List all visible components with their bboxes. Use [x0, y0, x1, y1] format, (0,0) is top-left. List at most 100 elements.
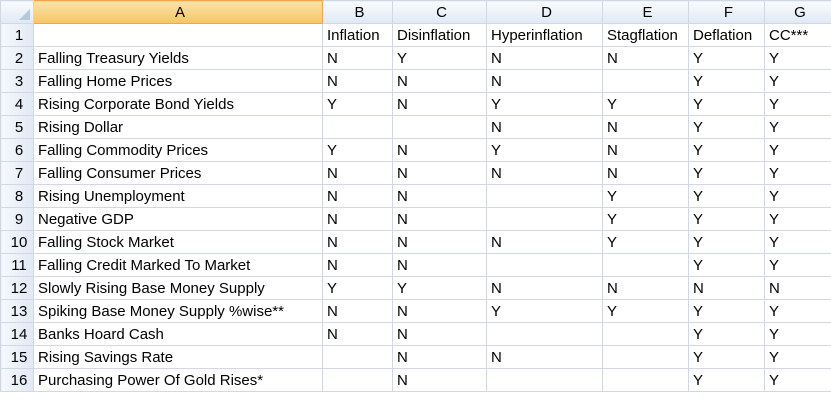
value-cell[interactable]: Y	[764, 299, 831, 323]
value-cell[interactable]: N	[764, 276, 831, 300]
column-header-g[interactable]: G	[764, 0, 831, 24]
value-cell[interactable]: Y	[764, 46, 831, 70]
row-header[interactable]: 11	[0, 253, 34, 277]
row-header[interactable]: 13	[0, 299, 34, 323]
row-header[interactable]: 12	[0, 276, 34, 300]
row-label-cell[interactable]: Banks Hoard Cash	[33, 322, 323, 346]
select-all-corner[interactable]	[0, 0, 34, 24]
header-cell-stagflation[interactable]: Stagflation	[602, 23, 689, 47]
header-cell-hyperinflation[interactable]: Hyperinflation	[486, 23, 603, 47]
row-header[interactable]: 9	[0, 207, 34, 231]
row-label-cell[interactable]: Spiking Base Money Supply %wise**	[33, 299, 323, 323]
value-cell[interactable]: N	[322, 161, 393, 185]
value-cell[interactable]: Y	[688, 322, 765, 346]
row-header[interactable]: 3	[0, 69, 34, 93]
value-cell[interactable]: Y	[688, 115, 765, 139]
row-label-cell[interactable]: Falling Treasury Yields	[33, 46, 323, 70]
column-header-e[interactable]: E	[602, 0, 689, 24]
value-cell[interactable]	[602, 345, 689, 369]
row-label-cell[interactable]: Rising Dollar	[33, 115, 323, 139]
value-cell[interactable]: N	[392, 345, 487, 369]
row-header[interactable]: 5	[0, 115, 34, 139]
value-cell[interactable]: N	[486, 230, 603, 254]
row-header[interactable]: 16	[0, 368, 34, 392]
value-cell[interactable]: N	[486, 46, 603, 70]
header-cell-inflation[interactable]: Inflation	[322, 23, 393, 47]
value-cell[interactable]: Y	[764, 322, 831, 346]
value-cell[interactable]: N	[392, 184, 487, 208]
value-cell[interactable]	[322, 368, 393, 392]
value-cell[interactable]	[486, 253, 603, 277]
value-cell[interactable]: Y	[764, 253, 831, 277]
value-cell[interactable]: N	[602, 138, 689, 162]
value-cell[interactable]	[486, 207, 603, 231]
value-cell[interactable]: N	[322, 230, 393, 254]
value-cell[interactable]: N	[486, 161, 603, 185]
value-cell[interactable]: Y	[602, 207, 689, 231]
column-header-a[interactable]: A	[33, 0, 323, 24]
row-label-cell[interactable]: Falling Credit Marked To Market	[33, 253, 323, 277]
value-cell[interactable]: Y	[602, 92, 689, 116]
row-label-cell[interactable]: Rising Unemployment	[33, 184, 323, 208]
value-cell[interactable]: Y	[764, 345, 831, 369]
value-cell[interactable]	[322, 345, 393, 369]
value-cell[interactable]: Y	[688, 69, 765, 93]
value-cell[interactable]: Y	[602, 299, 689, 323]
value-cell[interactable]: Y	[688, 230, 765, 254]
value-cell[interactable]: Y	[764, 115, 831, 139]
value-cell[interactable]: Y	[688, 138, 765, 162]
value-cell[interactable]	[486, 322, 603, 346]
row-header[interactable]: 10	[0, 230, 34, 254]
column-header-f[interactable]: F	[688, 0, 765, 24]
value-cell[interactable]: N	[392, 299, 487, 323]
value-cell[interactable]: Y	[486, 299, 603, 323]
row-header[interactable]: 4	[0, 92, 34, 116]
value-cell[interactable]: N	[392, 161, 487, 185]
value-cell[interactable]: N	[486, 69, 603, 93]
row-label-cell[interactable]: Negative GDP	[33, 207, 323, 231]
value-cell[interactable]	[602, 322, 689, 346]
value-cell[interactable]: N	[602, 46, 689, 70]
value-cell[interactable]: Y	[688, 368, 765, 392]
value-cell[interactable]	[486, 184, 603, 208]
value-cell[interactable]: Y	[688, 92, 765, 116]
value-cell[interactable]: Y	[764, 161, 831, 185]
value-cell[interactable]: N	[392, 230, 487, 254]
row-header[interactable]: 2	[0, 46, 34, 70]
value-cell[interactable]: Y	[764, 138, 831, 162]
value-cell[interactable]: N	[392, 368, 487, 392]
value-cell[interactable]: Y	[392, 46, 487, 70]
value-cell[interactable]: N	[322, 46, 393, 70]
value-cell[interactable]: N	[392, 92, 487, 116]
value-cell[interactable]: Y	[764, 184, 831, 208]
value-cell[interactable]	[602, 69, 689, 93]
header-cell-cc[interactable]: CC***	[764, 23, 831, 47]
value-cell[interactable]	[322, 115, 393, 139]
value-cell[interactable]: Y	[688, 253, 765, 277]
value-cell[interactable]: N	[322, 299, 393, 323]
row-label-cell[interactable]: Falling Home Prices	[33, 69, 323, 93]
value-cell[interactable]: Y	[322, 138, 393, 162]
value-cell[interactable]: Y	[764, 368, 831, 392]
value-cell[interactable]: Y	[322, 276, 393, 300]
value-cell[interactable]: N	[392, 207, 487, 231]
value-cell[interactable]: Y	[764, 230, 831, 254]
value-cell[interactable]: N	[392, 69, 487, 93]
value-cell[interactable]	[392, 115, 487, 139]
value-cell[interactable]: N	[602, 276, 689, 300]
value-cell[interactable]: Y	[688, 46, 765, 70]
cell[interactable]	[33, 23, 323, 47]
column-header-b[interactable]: B	[322, 0, 393, 24]
value-cell[interactable]: N	[602, 115, 689, 139]
row-header[interactable]: 1	[0, 23, 34, 47]
value-cell[interactable]: Y	[764, 69, 831, 93]
row-label-cell[interactable]: Falling Consumer Prices	[33, 161, 323, 185]
value-cell[interactable]: N	[322, 322, 393, 346]
header-cell-deflation[interactable]: Deflation	[688, 23, 765, 47]
column-header-c[interactable]: C	[392, 0, 487, 24]
value-cell[interactable]: N	[486, 115, 603, 139]
value-cell[interactable]: N	[322, 253, 393, 277]
value-cell[interactable]: N	[486, 276, 603, 300]
value-cell[interactable]: N	[688, 276, 765, 300]
value-cell[interactable]: Y	[764, 92, 831, 116]
